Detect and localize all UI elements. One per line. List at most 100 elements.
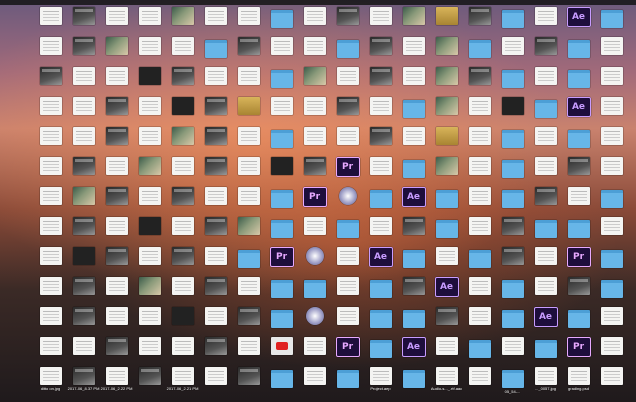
desktop-file-icon[interactable]: Ae	[529, 306, 562, 336]
desktop-file-icon[interactable]	[496, 276, 529, 306]
desktop-file-icon[interactable]	[562, 66, 595, 96]
desktop-file-icon[interactable]	[595, 306, 628, 336]
desktop-file-icon[interactable]	[364, 96, 397, 126]
desktop-file-icon[interactable]	[364, 36, 397, 66]
desktop-file-icon[interactable]: Audio-s..._.rtf.aac	[430, 366, 463, 396]
desktop-file-icon[interactable]	[562, 306, 595, 336]
desktop-file-icon[interactable]	[232, 156, 265, 186]
desktop-file-icon[interactable]	[496, 96, 529, 126]
desktop-file-icon[interactable]	[430, 306, 463, 336]
desktop-file-icon[interactable]	[34, 246, 67, 276]
desktop-file-icon[interactable]	[298, 126, 331, 156]
desktop-file-icon[interactable]	[265, 186, 298, 216]
desktop-file-icon[interactable]	[100, 36, 133, 66]
desktop-file-icon[interactable]	[166, 186, 199, 216]
desktop-file-icon[interactable]	[496, 126, 529, 156]
desktop-file-icon[interactable]	[100, 96, 133, 126]
desktop-file-icon[interactable]	[67, 6, 100, 36]
desktop-file-icon[interactable]	[34, 36, 67, 66]
desktop-file-icon[interactable]	[232, 216, 265, 246]
desktop-file-icon[interactable]	[496, 66, 529, 96]
desktop-file-icon[interactable]	[298, 366, 331, 396]
desktop-file-icon[interactable]	[595, 246, 628, 276]
desktop-file-icon[interactable]	[463, 156, 496, 186]
desktop-file-icon[interactable]	[364, 66, 397, 96]
desktop-file-icon[interactable]	[331, 306, 364, 336]
desktop-file-icon[interactable]	[298, 246, 331, 276]
desktop-file-icon[interactable]	[166, 276, 199, 306]
desktop-file-icon[interactable]	[331, 96, 364, 126]
desktop-file-icon[interactable]	[529, 156, 562, 186]
desktop-file-icon[interactable]	[100, 216, 133, 246]
desktop-file-icon[interactable]	[232, 246, 265, 276]
desktop-file-icon[interactable]	[34, 96, 67, 126]
desktop-file-icon[interactable]	[331, 66, 364, 96]
desktop-file-icon[interactable]	[67, 306, 100, 336]
desktop-file-icon[interactable]	[265, 6, 298, 36]
desktop-file-icon[interactable]	[364, 306, 397, 336]
desktop-file-icon[interactable]: Pr	[562, 336, 595, 366]
desktop-file-icon[interactable]	[133, 366, 166, 396]
desktop-file-icon[interactable]	[562, 126, 595, 156]
desktop-file-icon[interactable]	[199, 156, 232, 186]
desktop-file-icon[interactable]	[199, 306, 232, 336]
desktop-file-icon[interactable]	[34, 186, 67, 216]
desktop-file-icon[interactable]	[100, 306, 133, 336]
desktop-file-icon[interactable]	[232, 6, 265, 36]
desktop-file-icon[interactable]: 05_54-...	[496, 366, 529, 396]
desktop-file-icon[interactable]	[133, 306, 166, 336]
desktop-file-icon[interactable]	[397, 126, 430, 156]
desktop-file-icon[interactable]	[331, 246, 364, 276]
desktop-file-icon[interactable]	[265, 36, 298, 66]
desktop-file-icon[interactable]: Pr	[562, 246, 595, 276]
desktop-file-icon[interactable]	[463, 126, 496, 156]
desktop-file-icon[interactable]	[199, 216, 232, 246]
desktop-file-icon[interactable]	[100, 6, 133, 36]
desktop-file-icon[interactable]	[529, 96, 562, 126]
desktop-file-icon[interactable]	[166, 156, 199, 186]
desktop-file-icon[interactable]	[496, 306, 529, 336]
desktop-file-icon[interactable]	[595, 276, 628, 306]
desktop-file-icon[interactable]	[496, 186, 529, 216]
desktop-file-icon[interactable]	[463, 96, 496, 126]
desktop-file-icon[interactable]	[496, 336, 529, 366]
desktop-file-icon[interactable]	[133, 126, 166, 156]
desktop-file-icon[interactable]: grading.psd	[562, 366, 595, 396]
desktop-file-icon[interactable]	[430, 216, 463, 246]
desktop-file-icon[interactable]	[232, 126, 265, 156]
desktop-file-icon[interactable]	[562, 186, 595, 216]
desktop-file-icon[interactable]	[595, 36, 628, 66]
desktop-file-icon[interactable]	[67, 246, 100, 276]
desktop-file-icon[interactable]	[463, 246, 496, 276]
desktop-file-icon[interactable]: Ae	[430, 276, 463, 306]
desktop-file-icon[interactable]	[430, 66, 463, 96]
menu-bar[interactable]	[0, 0, 636, 5]
desktop-file-icon[interactable]	[34, 66, 67, 96]
desktop-file-icon[interactable]	[331, 126, 364, 156]
desktop-file-icon[interactable]	[133, 36, 166, 66]
desktop-file-icon[interactable]	[67, 336, 100, 366]
desktop-file-icon[interactable]	[595, 336, 628, 366]
desktop-file-icon[interactable]	[430, 96, 463, 126]
desktop-file-icon[interactable]	[265, 336, 298, 366]
desktop-file-icon[interactable]	[397, 246, 430, 276]
desktop-file-icon[interactable]	[364, 216, 397, 246]
desktop-file-icon[interactable]	[166, 336, 199, 366]
desktop-file-icon[interactable]	[364, 126, 397, 156]
desktop-file-icon[interactable]	[199, 336, 232, 366]
desktop-file-icon[interactable]	[463, 336, 496, 366]
desktop-file-icon[interactable]	[166, 96, 199, 126]
desktop-file-icon[interactable]	[298, 36, 331, 66]
desktop-file-icon[interactable]	[199, 276, 232, 306]
desktop-file-icon[interactable]	[265, 276, 298, 306]
desktop-file-icon[interactable]	[166, 126, 199, 156]
desktop-file-icon[interactable]	[397, 306, 430, 336]
desktop-file-icon[interactable]	[529, 186, 562, 216]
desktop-file-icon[interactable]	[199, 6, 232, 36]
desktop-file-icon[interactable]	[496, 36, 529, 66]
desktop-file-icon[interactable]	[529, 66, 562, 96]
desktop-file-icon[interactable]	[562, 36, 595, 66]
desktop-file-icon[interactable]	[100, 126, 133, 156]
desktop-file-icon[interactable]	[331, 216, 364, 246]
desktop-file-icon[interactable]	[364, 156, 397, 186]
